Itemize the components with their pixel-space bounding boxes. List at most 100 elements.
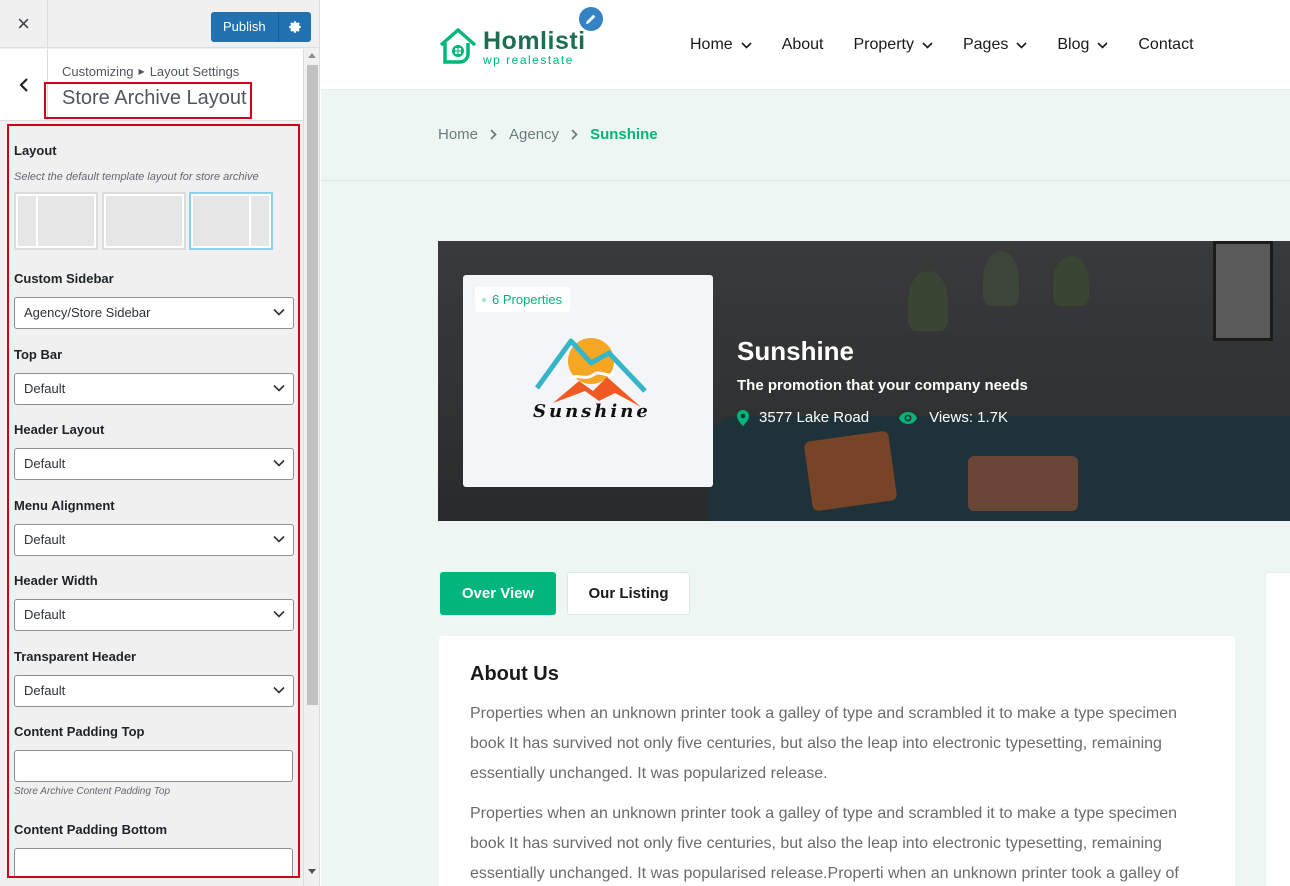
breadcrumb-agency-link[interactable]: Agency xyxy=(509,126,559,143)
nav-item-label: Blog xyxy=(1057,36,1090,53)
sunshine-logo: Sunshine xyxy=(531,333,649,428)
scroll-thumb[interactable] xyxy=(307,65,318,705)
nav-item-label: Contact xyxy=(1138,36,1194,53)
nav-item-label: Pages xyxy=(962,36,1009,53)
top-bar-label: Top Bar xyxy=(14,347,63,362)
main-navigation: Home About Property Pages Blog Contact xyxy=(690,36,1224,54)
header-width-select[interactable]: Default xyxy=(14,599,294,631)
agency-views: Views: 1.7K xyxy=(899,409,1008,426)
sidebar-widget-card xyxy=(1265,572,1290,886)
breadcrumb-divider xyxy=(321,180,1290,181)
properties-count-badge[interactable]: 6 Properties xyxy=(475,287,571,312)
custom-sidebar-label: Custom Sidebar xyxy=(14,271,114,286)
site-header: Homlisti wp realestate Home About Property… xyxy=(321,0,1290,90)
transparent-header-select[interactable]: Default xyxy=(14,675,294,707)
properties-count-text: 6 Properties xyxy=(492,292,563,307)
publish-group: Publish xyxy=(211,12,311,42)
scroll-up-arrow-icon[interactable] xyxy=(308,53,316,58)
sunshine-logo-text: Sunshine xyxy=(533,401,651,422)
layout-option-full-width[interactable] xyxy=(102,192,186,250)
agency-address: 3577 Lake Road xyxy=(737,409,869,426)
logo-tagline: wp realestate xyxy=(483,53,574,67)
transparent-header-label: Transparent Header xyxy=(14,649,137,664)
nav-item-pages[interactable]: Pages xyxy=(963,36,1027,54)
content-padding-bottom-label: Content Padding Bottom xyxy=(14,822,168,837)
header-layout-value: Default xyxy=(24,456,66,471)
tab-our-listing[interactable]: Our Listing xyxy=(567,572,690,615)
close-icon: × xyxy=(17,11,30,36)
nav-item-home[interactable]: Home xyxy=(690,36,752,54)
agency-meta: 3577 Lake Road Views: 1.7K xyxy=(737,409,1008,426)
content-padding-bottom-input[interactable] xyxy=(14,848,293,876)
publish-button[interactable]: Publish xyxy=(211,12,279,42)
nav-item-about[interactable]: About xyxy=(782,36,824,54)
pencil-icon xyxy=(586,14,596,24)
publish-settings-button[interactable] xyxy=(278,12,311,42)
breadcrumb-current: Sunshine xyxy=(590,126,658,143)
chevron-down-icon xyxy=(273,686,285,694)
back-arrow-icon xyxy=(18,78,28,92)
layout-option-right-sidebar[interactable] xyxy=(189,192,273,250)
agency-name: Sunshine xyxy=(737,336,855,366)
section-header: Customizing ▶ Layout Settings Store Archiv… xyxy=(0,49,303,121)
house-logo-icon xyxy=(439,28,477,64)
agency-address-text: 3577 Lake Road xyxy=(759,409,870,426)
transparent-header-value: Default xyxy=(24,683,66,698)
breadcrumb-arrow-icon: ▶ xyxy=(138,67,145,76)
chevron-down-icon xyxy=(741,41,752,49)
agency-logo-card: 6 Properties Sunshine xyxy=(463,275,713,487)
nav-item-property[interactable]: Property xyxy=(854,36,933,54)
breadcrumb-root: Customizing xyxy=(62,64,134,79)
menu-alignment-value: Default xyxy=(24,532,66,547)
custom-sidebar-select[interactable]: Agency/Store Sidebar xyxy=(14,297,294,329)
nav-item-contact[interactable]: Contact xyxy=(1138,36,1193,54)
header-layout-select[interactable]: Default xyxy=(14,448,294,480)
chevron-down-icon xyxy=(1097,41,1108,49)
header-width-label: Header Width xyxy=(14,573,98,588)
header-layout-label: Header Layout xyxy=(14,422,105,437)
customizer-breadcrumb: Customizing ▶ Layout Settings xyxy=(62,64,239,79)
content-padding-top-label: Content Padding Top xyxy=(14,724,145,739)
gear-icon xyxy=(288,21,301,33)
site-preview: Homlisti wp realestate Home About Property… xyxy=(321,0,1290,886)
agency-hero-banner: 6 Properties Sunshine Sunshine The promo… xyxy=(438,241,1290,521)
chevron-down-icon xyxy=(273,459,285,467)
custom-sidebar-value: Agency/Store Sidebar xyxy=(24,305,151,320)
top-bar-select[interactable]: Default xyxy=(14,373,294,405)
chevron-right-icon xyxy=(490,129,497,140)
back-button[interactable] xyxy=(0,49,48,121)
layout-description: Select the default template layout for s… xyxy=(14,171,259,183)
page-breadcrumb: Home Agency Sunshine xyxy=(438,126,658,143)
about-us-paragraph: Properties when an unknown printer took … xyxy=(470,705,1178,782)
tab-overview[interactable]: Over View xyxy=(440,572,556,615)
scroll-down-arrow-icon[interactable] xyxy=(308,869,316,874)
top-bar-value: Default xyxy=(24,381,66,396)
chevron-down-icon xyxy=(273,308,285,316)
content-padding-top-input[interactable] xyxy=(14,750,293,782)
menu-alignment-label: Menu Alignment xyxy=(14,498,115,513)
customizer-header: × Publish xyxy=(0,0,319,48)
chevron-down-icon xyxy=(273,535,285,543)
breadcrumb-parent: Layout Settings xyxy=(149,64,240,79)
about-us-paragraph: Properties when an unknown printer took … xyxy=(470,805,1179,882)
section-title: Store Archive Layout xyxy=(62,87,247,109)
eye-icon xyxy=(899,411,918,424)
controls-highlight: Layout Select the default template layou… xyxy=(7,124,300,878)
nav-item-label: Property xyxy=(853,36,914,53)
sidebar-scrollbar[interactable] xyxy=(303,49,319,886)
agency-views-text: Views: 1.7K xyxy=(929,409,1009,426)
nav-item-blog[interactable]: Blog xyxy=(1057,36,1108,54)
header-width-value: Default xyxy=(24,607,66,622)
nav-item-label: About xyxy=(781,36,824,53)
chevron-down-icon xyxy=(273,384,285,392)
nav-item-label: Home xyxy=(690,36,733,53)
layout-option-left-sidebar[interactable] xyxy=(14,192,98,250)
menu-alignment-select[interactable]: Default xyxy=(14,524,294,556)
chevron-right-icon xyxy=(571,129,578,140)
content-padding-top-description: Store Archive Content Padding Top xyxy=(14,786,171,797)
breadcrumb-home-link[interactable]: Home xyxy=(438,126,478,143)
logo-name: Homlisti xyxy=(483,27,586,55)
layout-label: Layout xyxy=(14,143,57,158)
close-customizer-button[interactable]: × xyxy=(0,0,48,48)
edit-shortcut-button[interactable] xyxy=(577,5,605,33)
